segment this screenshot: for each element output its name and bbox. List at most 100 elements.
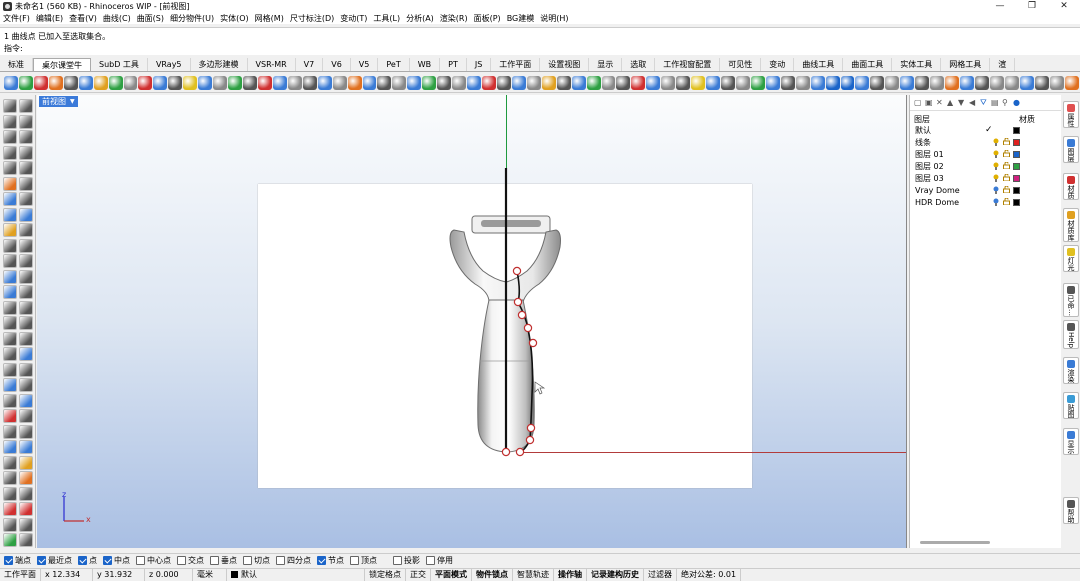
toolbar-tab[interactable]: 曲面工具	[843, 58, 893, 71]
left-tool-icon[interactable]	[19, 114, 33, 129]
toolbar-tab[interactable]: 显示	[589, 58, 623, 71]
toolbar-tool-icon[interactable]	[1034, 75, 1049, 90]
osnap-option[interactable]: 垂点	[210, 555, 237, 566]
left-tool-icon[interactable]	[3, 331, 17, 346]
layer-lock-icon[interactable]	[1003, 161, 1010, 170]
osnap-checkbox[interactable]	[78, 555, 87, 565]
help-icon[interactable]: ●	[1013, 98, 1021, 107]
side-panel-tab[interactable]: 显示	[1063, 428, 1079, 455]
osnap-option[interactable]: 中点	[103, 555, 130, 566]
status-cplane[interactable]: 工作平面	[0, 568, 41, 581]
toolbar-tool-icon[interactable]	[392, 75, 407, 90]
layer-visible-icon[interactable]	[993, 150, 999, 158]
left-tool-icon[interactable]	[19, 269, 33, 284]
toolbar-tool-icon[interactable]	[541, 75, 556, 90]
toolbar-tab[interactable]: VRay5	[148, 58, 191, 71]
toolbar-tool-icon[interactable]	[1019, 75, 1034, 90]
toolbar-tool-icon[interactable]	[422, 75, 437, 90]
layer-visible-icon[interactable]	[993, 186, 999, 194]
toolbar-tool-icon[interactable]	[243, 75, 257, 90]
layer-color-swatch[interactable]	[1013, 187, 1020, 194]
left-tool-icon[interactable]	[19, 440, 33, 454]
osnap-option[interactable]: 停用	[426, 555, 453, 566]
toolbar-tool-icon[interactable]	[332, 75, 347, 90]
toolbar-tool-icon[interactable]	[108, 75, 123, 90]
layer-visible-icon[interactable]	[993, 174, 999, 182]
command-input[interactable]	[22, 42, 1072, 53]
menu-item[interactable]: 分析(A)	[403, 13, 437, 24]
left-tool-icon[interactable]	[3, 409, 17, 423]
toolbar-tab[interactable]: 曲线工具	[794, 58, 844, 71]
layer-row[interactable]: 默认 ✓	[910, 124, 1061, 136]
side-panel-tab[interactable]: 帮助	[1063, 497, 1079, 524]
toolbar-tool-icon[interactable]	[915, 75, 930, 90]
toolbar-tool-icon[interactable]	[631, 75, 646, 90]
toolbar-tool-icon[interactable]	[1049, 75, 1064, 90]
current-layer-check-icon[interactable]: ✓	[985, 125, 993, 135]
status-layer[interactable]: 默认	[227, 568, 365, 581]
menu-item[interactable]: 渲染(R)	[437, 13, 471, 24]
menu-item[interactable]: 查看(V)	[66, 13, 100, 24]
move-down-icon[interactable]: ▼	[958, 98, 966, 107]
toolbar-tool-icon[interactable]	[347, 75, 362, 90]
menu-item[interactable]: 曲线(C)	[100, 13, 134, 24]
layer-visible-icon[interactable]	[993, 138, 999, 146]
toolbar-tool-icon[interactable]	[228, 75, 242, 90]
toolbar-tool-icon[interactable]	[1004, 75, 1019, 90]
toolbar-tool-icon[interactable]	[780, 75, 795, 90]
side-panel-tab[interactable]: 属性	[1063, 101, 1079, 128]
side-panel-tab[interactable]: Help	[1063, 320, 1079, 349]
left-tool-icon[interactable]	[19, 316, 33, 330]
toolbar-tool-icon[interactable]	[33, 75, 48, 90]
toolbar-tool-icon[interactable]	[287, 75, 302, 90]
layer-row[interactable]: 图层 02	[910, 160, 1061, 172]
toolbar-tab[interactable]: V7	[296, 58, 324, 71]
osnap-option[interactable]: 点	[78, 555, 97, 566]
osnap-option[interactable]: 最近点	[37, 555, 72, 566]
toolbar-tab[interactable]: 桌尔课堂牛	[33, 58, 91, 71]
toolbar-tool-icon[interactable]	[601, 75, 616, 90]
move-up-icon[interactable]: ▲	[947, 98, 955, 107]
toolbar-tool-icon[interactable]	[496, 75, 511, 90]
toolbar-tool-icon[interactable]	[571, 75, 586, 90]
osnap-checkbox[interactable]	[103, 555, 112, 565]
toolbar-tool-icon[interactable]	[48, 75, 63, 90]
left-tool-icon[interactable]	[3, 285, 17, 299]
delete-layer-icon[interactable]: ✕	[936, 98, 944, 107]
left-tool-icon[interactable]	[3, 502, 17, 516]
left-tool-icon[interactable]	[3, 362, 17, 377]
toolbar-tool-icon[interactable]	[691, 75, 706, 90]
layer-color-swatch[interactable]	[1013, 127, 1020, 134]
left-tool-icon[interactable]	[19, 254, 33, 268]
left-tool-icon[interactable]	[19, 285, 33, 299]
osnap-checkbox[interactable]	[393, 555, 402, 565]
toolbar-tool-icon[interactable]	[1064, 75, 1079, 90]
left-tool-icon[interactable]	[3, 130, 17, 144]
layer-row[interactable]: 线条	[910, 136, 1061, 148]
left-tool-icon[interactable]	[3, 471, 17, 485]
toolbar-tool-icon[interactable]	[317, 75, 332, 90]
layer-color-swatch[interactable]	[1013, 175, 1020, 182]
left-tool-icon[interactable]	[3, 316, 17, 330]
osnap-checkbox[interactable]	[276, 555, 285, 565]
search-icon[interactable]: ⚲	[1002, 98, 1010, 107]
toolbar-tool-icon[interactable]	[825, 75, 840, 90]
new-layer-icon[interactable]: ▢	[914, 98, 922, 107]
layer-row[interactable]: Vray Dome	[910, 184, 1061, 196]
status-toggle[interactable]: 智慧轨迹	[513, 568, 554, 581]
side-panel-tab[interactable]: 材质	[1063, 173, 1079, 200]
menu-item[interactable]: 变动(T)	[337, 13, 370, 24]
layer-color-swatch[interactable]	[1013, 199, 1020, 206]
side-panel-tab[interactable]: 材质库	[1063, 208, 1079, 242]
status-toggle[interactable]: 物件锁点	[472, 568, 513, 581]
toolbar-tab[interactable]: WB	[410, 58, 441, 71]
left-tool-icon[interactable]	[19, 238, 33, 253]
toolbar-tab[interactable]: 选取	[622, 58, 656, 71]
maximize-button[interactable]: ❐	[1016, 0, 1048, 12]
left-tool-icon[interactable]	[3, 378, 17, 392]
side-panel-tab[interactable]: 已命…	[1063, 283, 1079, 317]
left-tool-icon[interactable]	[19, 192, 33, 206]
layer-row[interactable]: 图层 03	[910, 172, 1061, 184]
left-tool-icon[interactable]	[19, 300, 33, 315]
horizontal-scrollbar[interactable]	[920, 541, 990, 544]
